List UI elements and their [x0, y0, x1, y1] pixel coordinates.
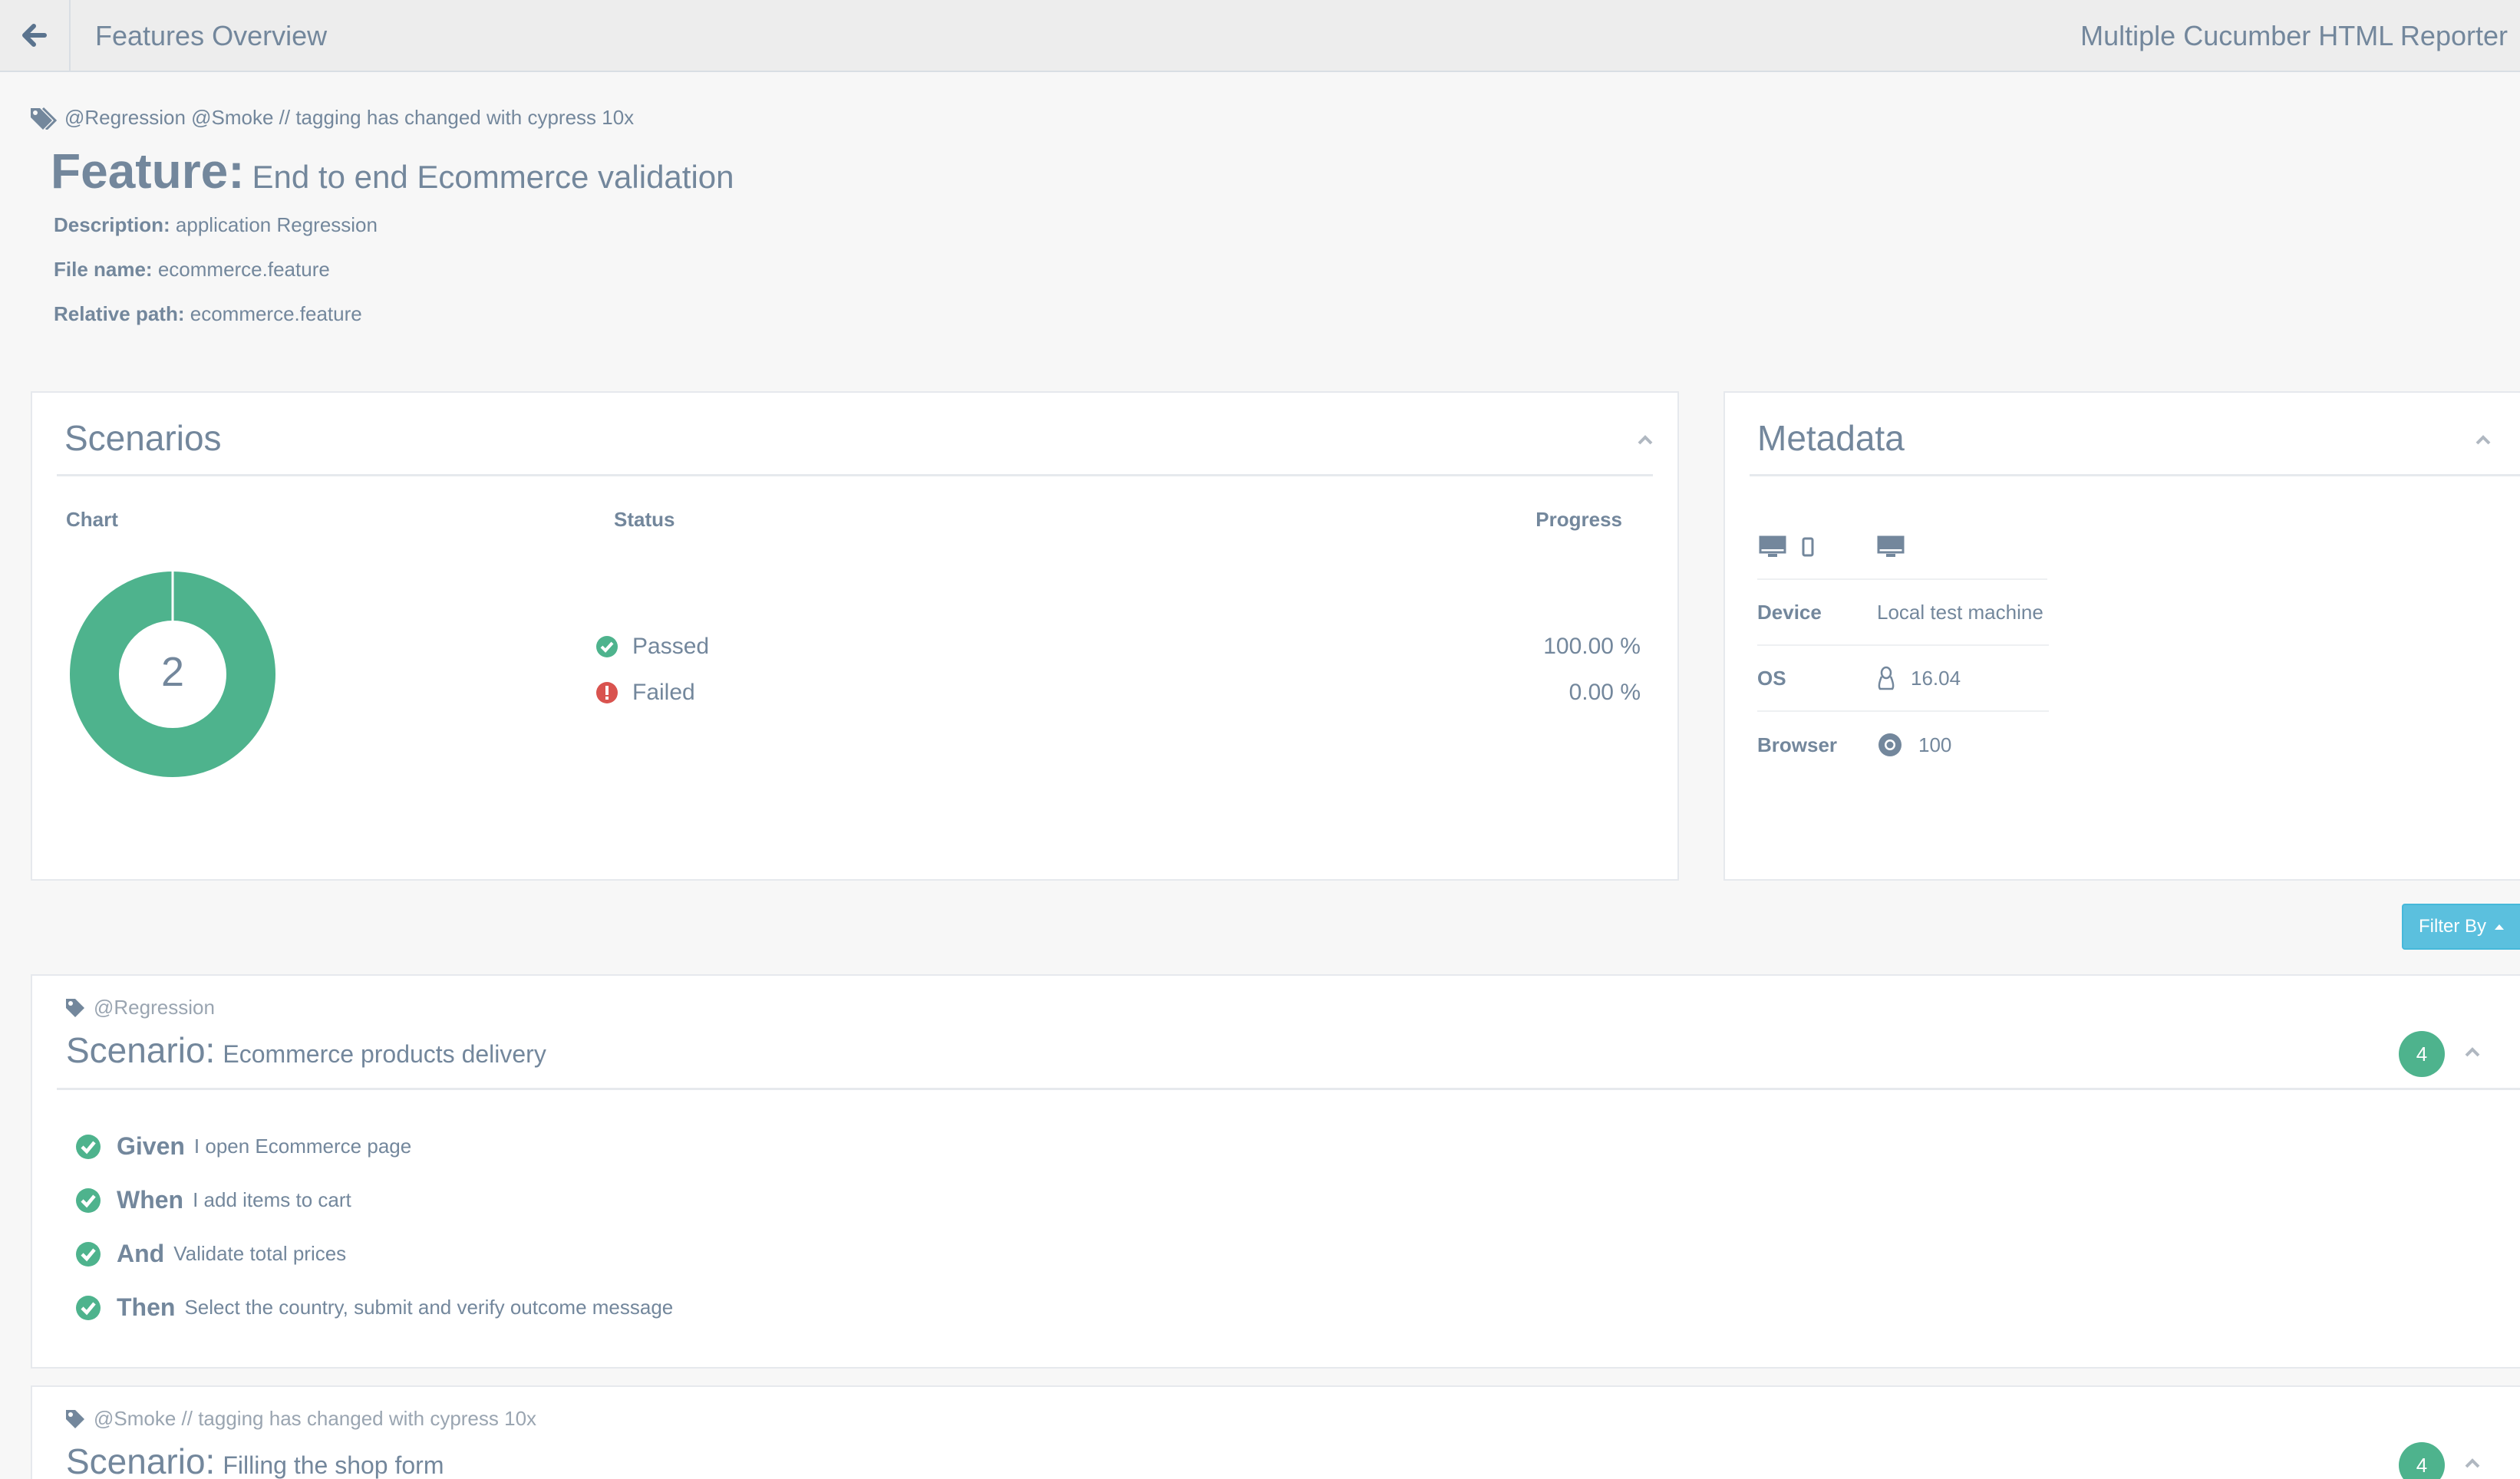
status-failed-label: Failed — [632, 680, 695, 705]
chevron-up-icon[interactable] — [1636, 431, 1654, 450]
exclamation-circle-icon — [596, 682, 618, 703]
tag-icon — [66, 1409, 84, 1428]
step-row: And Validate total prices — [76, 1240, 347, 1268]
os-label: OS — [1757, 666, 1786, 690]
progress-failed: 0.00 % — [1568, 680, 1641, 705]
progress-column-header: Progress — [1535, 508, 1622, 531]
scenario-keyword: Scenario: — [66, 1030, 216, 1070]
step-keyword: Given — [117, 1132, 185, 1160]
scenario-tags-text: @Smoke // tagging has changed with cypre… — [94, 1407, 537, 1430]
status-passed-label: Passed — [632, 634, 710, 659]
back-button[interactable] — [0, 0, 71, 71]
step-keyword: Then — [117, 1293, 176, 1321]
desktop-icon — [1877, 535, 1905, 557]
scenario-donut-chart: 2 — [70, 572, 275, 777]
browser-value: 100 — [1918, 733, 1952, 756]
relpath-label: Relative path: — [54, 302, 185, 325]
brand-title: Multiple Cucumber HTML Reporter — [2080, 20, 2508, 51]
step-text: Validate total prices — [173, 1242, 347, 1265]
scenarios-panel: Scenarios Chart Status Progress 2 Passed… — [31, 391, 1679, 881]
arrow-left-icon — [22, 24, 47, 47]
step-row: Given I open Ecommerce page — [76, 1132, 412, 1161]
chevron-up-icon[interactable] — [2474, 431, 2492, 450]
check-circle-icon — [76, 1187, 101, 1213]
tag-icon — [66, 998, 84, 1017]
top-bar: Features Overview Multiple Cucumber HTML… — [0, 0, 2520, 72]
chevron-up-icon[interactable] — [2463, 1043, 2482, 1062]
filename-label: File name: — [54, 258, 153, 281]
panel-divider — [57, 474, 1653, 476]
step-count-badge: 4 — [2399, 1031, 2445, 1077]
progress-passed: 100.00 % — [1543, 634, 1641, 659]
step-row: Then Select the country, submit and veri… — [76, 1293, 674, 1322]
scenario-card: @Regression Scenario: Ecommerce products … — [31, 974, 2520, 1369]
chevron-up-icon[interactable] — [2463, 1454, 2482, 1473]
feature-keyword: Feature: — [51, 143, 245, 199]
scenarios-panel-title: Scenarios — [64, 418, 222, 458]
filter-by-button[interactable]: Filter By — [2402, 904, 2520, 950]
filename-value: ecommerce.feature — [157, 258, 330, 281]
donut-center-label: 2 — [161, 649, 184, 695]
browser-label: Browser — [1757, 733, 1838, 756]
scenario-name: Filling the shop form — [223, 1451, 444, 1479]
metadata-table: Device Local test machine OS 16.04 Brows… — [1757, 580, 2049, 778]
panel-divider — [57, 1088, 2520, 1090]
platform-icons — [1759, 535, 1905, 558]
scenario-card: @Smoke // tagging has changed with cypre… — [31, 1385, 2520, 1479]
check-circle-icon — [596, 636, 618, 657]
feature-description: Description: application Regression — [54, 213, 378, 237]
step-text: I open Ecommerce page — [193, 1135, 412, 1158]
scenario-name: Ecommerce products delivery — [223, 1040, 546, 1068]
panel-divider — [1750, 474, 2520, 476]
step-keyword: And — [117, 1240, 165, 1267]
feature-tags: @Regression @Smoke // tagging has change… — [29, 106, 634, 130]
desktop-icon — [1759, 535, 1786, 557]
relpath-value: ecommerce.feature — [190, 302, 362, 325]
description-label: Description: — [54, 213, 170, 236]
tags-icon — [31, 107, 57, 130]
feature-filename: File name: ecommerce.feature — [54, 258, 330, 282]
feature-relpath: Relative path: ecommerce.feature — [54, 302, 362, 326]
chart-column-header: Chart — [66, 508, 118, 531]
os-value: 16.04 — [1911, 666, 1961, 690]
linux-icon — [1878, 666, 1895, 690]
scenario-tags-text: @Regression — [94, 996, 215, 1019]
scenario-keyword: Scenario: — [66, 1441, 216, 1479]
status-failed: Failed — [595, 680, 695, 706]
description-value: application Regression — [175, 213, 378, 236]
mobile-icon — [1802, 537, 1814, 557]
status-passed: Passed — [595, 634, 709, 660]
step-text: Select the country, submit and verify ou… — [184, 1296, 674, 1319]
feature-name: End to end Ecommerce validation — [252, 159, 734, 195]
step-row: When I add items to cart — [76, 1186, 351, 1214]
device-label: Device — [1757, 600, 1822, 624]
metadata-panel: Metadata Device Local test machine OS 16… — [1723, 391, 2520, 881]
chrome-icon — [1878, 733, 1902, 756]
scenario-title: Scenario: Filling the shop form — [66, 1441, 444, 1479]
feature-tags-text: @Regression @Smoke // tagging has change… — [64, 106, 635, 129]
scenario-tags: @Regression — [64, 996, 215, 1019]
step-text: I add items to cart — [193, 1188, 351, 1211]
check-circle-icon — [76, 1295, 101, 1320]
step-count-badge: 4 — [2399, 1442, 2445, 1479]
metadata-panel-title: Metadata — [1757, 418, 1905, 458]
page-title: Features Overview — [95, 20, 328, 51]
scenario-tags: @Smoke // tagging has changed with cypre… — [64, 1407, 536, 1431]
feature-title: Feature: End to end Ecommerce validation — [51, 143, 734, 199]
caret-up-icon — [2495, 924, 2505, 930]
device-value: Local test machine — [1877, 600, 2043, 624]
step-keyword: When — [117, 1186, 184, 1214]
check-circle-icon — [76, 1241, 101, 1267]
status-column-header: Status — [614, 508, 675, 531]
check-circle-icon — [76, 1134, 101, 1159]
metadata-row-os: OS 16.04 — [1757, 646, 2049, 712]
scenario-title: Scenario: Ecommerce products delivery — [66, 1029, 546, 1071]
filter-by-label: Filter By — [2419, 916, 2487, 937]
metadata-row-browser: Browser 100 — [1757, 712, 2049, 778]
metadata-row-device: Device Local test machine — [1757, 580, 2049, 646]
